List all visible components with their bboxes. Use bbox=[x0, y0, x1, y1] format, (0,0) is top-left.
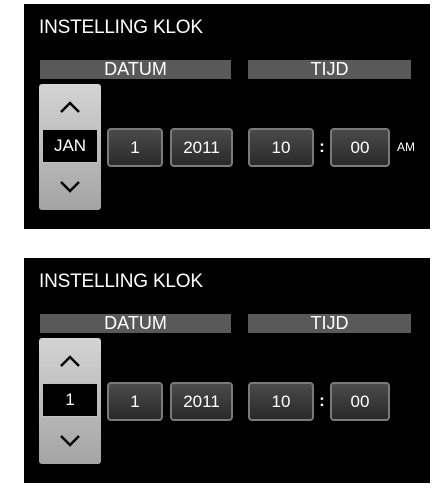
day-field[interactable]: 1 bbox=[107, 128, 163, 167]
year-field[interactable]: 2011 bbox=[170, 128, 233, 167]
day-spinner[interactable]: 1 bbox=[39, 338, 101, 464]
day-field[interactable]: 1 bbox=[107, 382, 163, 421]
screen-title: INSTELLING KLOK bbox=[39, 17, 203, 38]
hour-field[interactable]: 10 bbox=[248, 128, 314, 167]
minute-field[interactable]: 00 bbox=[330, 128, 390, 167]
time-section-label: TIJD bbox=[248, 314, 411, 333]
up-arrow-icon[interactable] bbox=[39, 348, 101, 374]
month-value[interactable]: JAN bbox=[42, 129, 98, 163]
date-section-label: DATUM bbox=[40, 314, 231, 333]
screen-title: INSTELLING KLOK bbox=[39, 271, 203, 292]
ampm-indicator: AM bbox=[397, 140, 415, 154]
spinner-value[interactable]: 1 bbox=[42, 383, 98, 417]
clock-setting-screen-1: INSTELLING KLOK DATUM TIJD JAN 1 2011 10… bbox=[24, 4, 430, 229]
year-field[interactable]: 2011 bbox=[170, 382, 233, 421]
minute-field[interactable]: 00 bbox=[330, 382, 390, 421]
clock-setting-screen-2: INSTELLING KLOK DATUM TIJD 1 1 2011 10 :… bbox=[24, 258, 430, 483]
time-separator: : bbox=[319, 137, 325, 156]
hour-field[interactable]: 10 bbox=[248, 382, 314, 421]
time-separator: : bbox=[319, 391, 325, 410]
date-section-label: DATUM bbox=[40, 60, 231, 79]
down-arrow-icon[interactable] bbox=[39, 174, 101, 200]
down-arrow-icon[interactable] bbox=[39, 428, 101, 454]
month-spinner[interactable]: JAN bbox=[39, 84, 101, 210]
time-section-label: TIJD bbox=[248, 60, 411, 79]
up-arrow-icon[interactable] bbox=[39, 94, 101, 120]
